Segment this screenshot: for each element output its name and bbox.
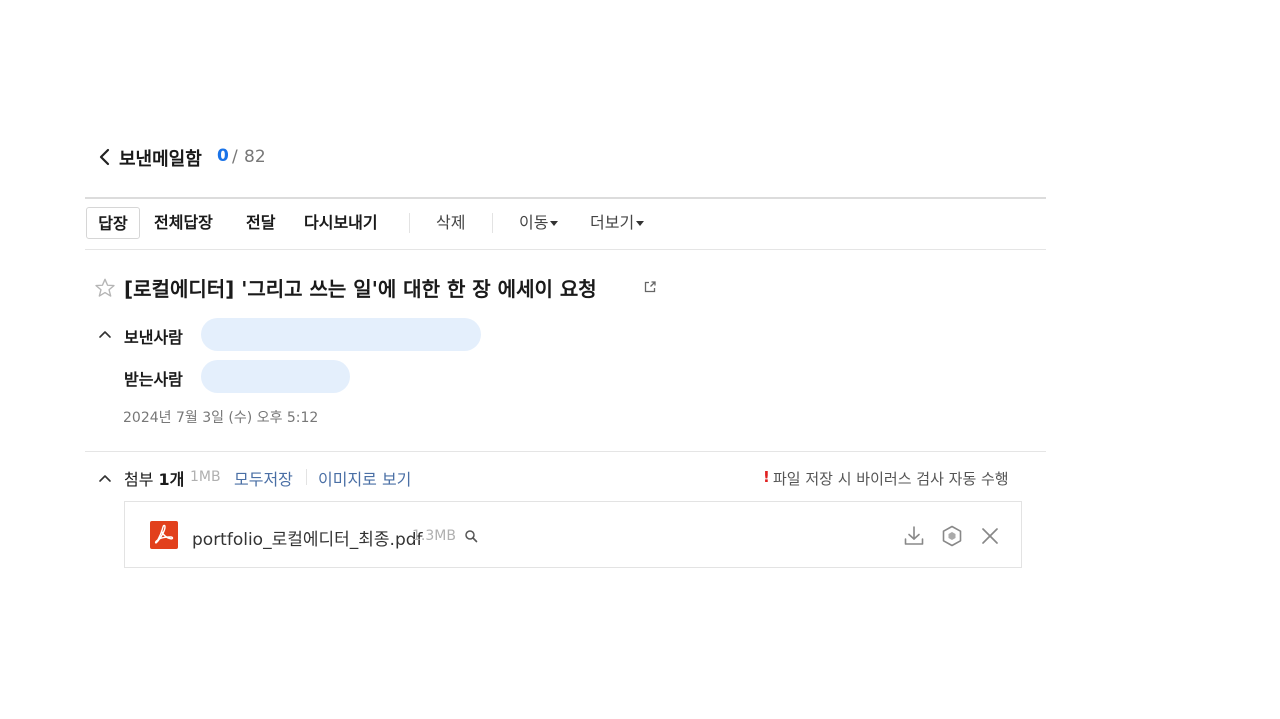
toolbar-divider: [492, 213, 493, 233]
attachment-file-size: 1.3MB: [412, 528, 456, 544]
external-link-icon[interactable]: [643, 280, 657, 294]
folder-title[interactable]: 보낸메일함: [119, 145, 202, 171]
save-all-button[interactable]: 모두저장: [234, 466, 293, 490]
download-icon[interactable]: [902, 524, 926, 548]
count-separator: /: [232, 147, 238, 167]
magnifier-icon[interactable]: [464, 529, 478, 543]
message-subject: [로컬에디터] '그리고 쓰는 일'에 대한 한 장 에세이 요청: [124, 277, 597, 301]
unread-count: 0: [217, 146, 229, 166]
caret-down-icon: [550, 221, 559, 226]
view-as-image-button[interactable]: 이미지로 보기: [318, 466, 411, 490]
recipient-chip[interactable]: [201, 360, 350, 393]
warning-icon: !: [763, 468, 770, 486]
more-label: 더보기: [590, 213, 635, 232]
delete-button[interactable]: 삭제: [436, 207, 465, 239]
resend-button[interactable]: 다시보내기: [304, 207, 378, 239]
attachment-title: 첨부: [124, 470, 154, 489]
attachment-label: 첨부 1개: [124, 466, 184, 490]
divider: [85, 197, 1046, 199]
move-button[interactable]: 이동: [519, 207, 559, 239]
shield-hexagon-icon[interactable]: [940, 524, 964, 548]
attachment-file-name[interactable]: portfolio_로컬에디터_최종.pdf: [192, 525, 423, 550]
chevron-up-icon[interactable]: [98, 329, 112, 339]
divider: [85, 249, 1046, 250]
more-button[interactable]: 더보기: [590, 207, 645, 239]
star-outline-icon[interactable]: [94, 277, 116, 299]
total-count: 82: [244, 147, 266, 167]
attachment-count: 1개: [158, 470, 185, 489]
close-icon[interactable]: [978, 524, 1002, 548]
move-label: 이동: [519, 213, 549, 232]
divider: [85, 451, 1046, 452]
link-divider: [306, 469, 307, 485]
message-date: 2024년 7월 3일 (수) 오후 5:12: [123, 410, 319, 426]
reply-all-button[interactable]: 전체답장: [154, 207, 213, 239]
virus-scan-notice: 파일 저장 시 바이러스 검사 자동 수행: [773, 470, 1009, 488]
forward-button[interactable]: 전달: [246, 207, 275, 239]
chevron-up-icon[interactable]: [98, 473, 112, 483]
reply-button[interactable]: 답장: [86, 207, 140, 239]
attachment-total-size: 1MB: [190, 469, 221, 485]
sender-label: 보낸사람: [124, 328, 183, 347]
back-icon[interactable]: [96, 146, 114, 168]
sender-chip[interactable]: [201, 318, 481, 351]
recipient-label: 받는사람: [124, 370, 183, 389]
pdf-file-icon: [150, 521, 178, 549]
toolbar-divider: [409, 213, 410, 233]
caret-down-icon: [636, 221, 645, 226]
